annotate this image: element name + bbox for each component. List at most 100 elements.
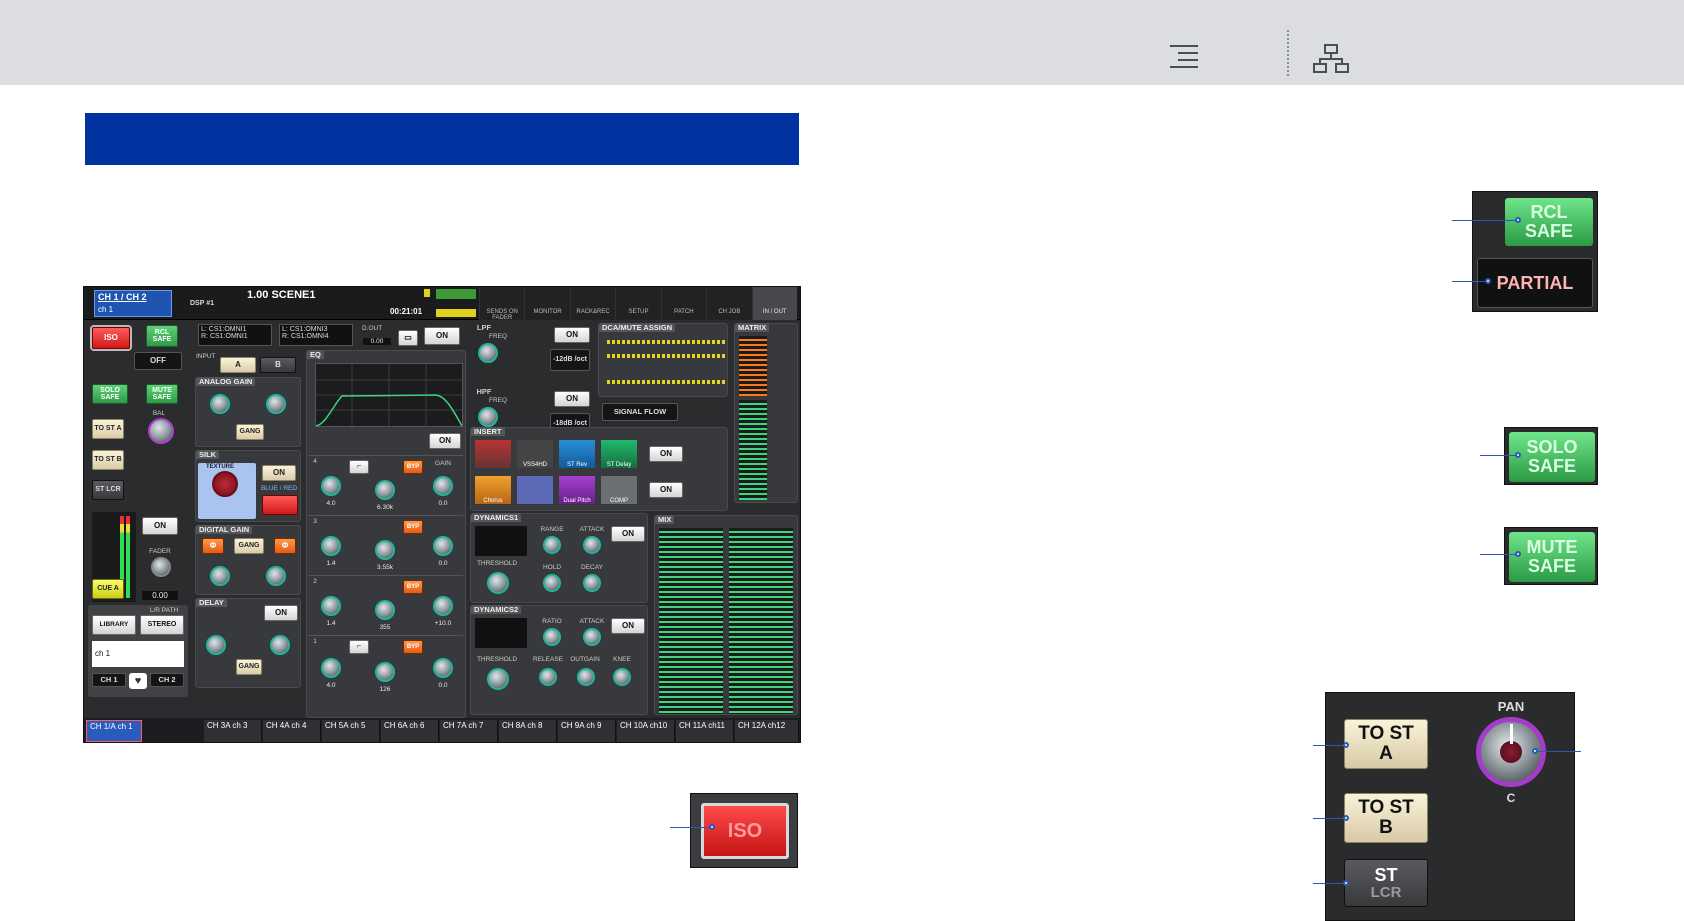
matrix-sends-2[interactable] [739,400,767,500]
phase-l-button[interactable]: Φ [202,538,224,554]
dca-mute-assign-panel[interactable]: DCA/MUTE ASSIGN [598,323,728,397]
iso-zoom-button[interactable]: ISO [701,803,789,859]
insert1-on-button[interactable]: ON [649,446,683,462]
delay-on-button[interactable]: ON [264,605,298,621]
dyn1-attack-knob[interactable] [583,536,601,554]
strip-ch1[interactable]: CH 1/A ch 1 [86,720,142,742]
insert-slot-4[interactable]: ST Delay [601,440,637,468]
lpf-freq-knob[interactable] [478,343,498,363]
strip-ch4[interactable]: CH 4A ch 4 [263,720,321,742]
ch2-button[interactable]: CH 2 [150,673,184,687]
nav-sends-on-fader[interactable]: SENDS ON FADER [479,287,525,321]
to-st-a-zoom-button[interactable]: TO ST A [1344,719,1428,769]
lpf-on-button[interactable]: ON [554,327,590,343]
input-patch-1[interactable]: L: CS1:OMNI1 R: CS1:OMNI1 [198,324,272,346]
dyn2-on-button[interactable]: ON [611,618,645,634]
delay-l-knob[interactable] [206,635,226,655]
solo-safe-zoom-button[interactable]: SOLO SAFE [1509,432,1595,482]
dout-patch-button[interactable]: ▭ [398,330,418,346]
band1-gain-knob[interactable] [433,658,453,678]
insert-slot-3[interactable]: ST Rev [559,440,595,468]
stereo-button[interactable]: STEREO [140,615,184,635]
phase-r-button[interactable]: Φ [274,538,296,554]
rcl-safe-button[interactable]: RCL SAFE [146,325,178,347]
insert-slot-6[interactable] [517,476,553,504]
band2-freq-knob[interactable] [375,600,395,620]
channel-select[interactable]: CH 1 / CH 2 ch 1 [94,290,172,317]
mute-safe-zoom-button[interactable]: MUTE SAFE [1509,532,1595,582]
dyn2-threshold-knob[interactable] [487,668,509,690]
dyn2-knee-knob[interactable] [613,668,631,686]
nav-monitor[interactable]: MONITOR [524,287,570,320]
dyn1-decay-knob[interactable] [583,574,601,592]
eq-graph[interactable] [315,363,463,427]
dyn1-on-button[interactable]: ON [611,526,645,542]
insert-slot-2[interactable]: VSS4HD [517,440,553,468]
dyn1-hold-knob[interactable] [543,574,561,592]
strip-ch12[interactable]: CH 12A ch12 [735,720,799,742]
analog-gain-r-knob[interactable] [266,394,286,414]
band2-bypass-button[interactable]: BYP [403,580,423,594]
silk-on-button[interactable]: ON [262,465,296,481]
channel-name-field[interactable]: ch 1 [92,641,184,667]
strip-ch6[interactable]: CH 6A ch 6 [381,720,439,742]
band1-shelf-button[interactable]: ⌐ [349,640,369,654]
lpf-slope-select[interactable]: -12dB /oct [550,349,590,371]
hpf-freq-knob[interactable] [478,407,498,427]
dyn2-release-knob[interactable] [539,668,557,686]
band4-freq-knob[interactable] [375,480,395,500]
input-a-button[interactable]: A [220,357,256,373]
matrix-sends-1[interactable] [739,336,767,396]
library-button[interactable]: LIBRARY [92,615,136,635]
digital-gain-l-knob[interactable] [210,566,230,586]
strip-ch9[interactable]: CH 9A ch 9 [558,720,616,742]
dyn2-attack-knob[interactable] [583,628,601,646]
band4-gain-knob[interactable] [433,476,453,496]
iso-button[interactable]: ISO [92,327,130,349]
eq-on-button[interactable]: ON [429,433,461,449]
partial-off-button[interactable]: OFF [134,352,182,370]
band1-freq-knob[interactable] [375,662,395,682]
sitemap-icon[interactable] [1313,44,1349,74]
link-heart-icon[interactable]: ♥ [129,673,147,689]
signal-flow-button[interactable]: SIGNAL FLOW [602,403,678,421]
nav-in-out[interactable]: IN / OUT [751,287,797,320]
strip-ch5[interactable]: CH 5A ch 5 [322,720,380,742]
blue-red-button[interactable] [262,495,298,515]
mix-sends-left[interactable] [659,528,723,714]
solo-safe-button[interactable]: SOLO SAFE [92,384,128,404]
band2-q-knob[interactable] [321,596,341,616]
st-lcr-button[interactable]: ST LCR [92,480,124,500]
nav-rack-rec[interactable]: RACK&REC [569,287,616,320]
band3-gain-knob[interactable] [433,536,453,556]
to-st-b-zoom-button[interactable]: TO ST B [1344,793,1428,843]
nav-setup[interactable]: SETUP [615,287,661,320]
st-lcr-zoom-button[interactable]: ST LCR [1344,859,1428,907]
dyn1-threshold-knob[interactable] [487,572,509,594]
band1-bypass-button[interactable]: BYP [403,640,423,654]
strip-ch11[interactable]: CH 11A ch11 [676,720,734,742]
band4-shelf-button[interactable]: ⌐ [349,460,369,474]
band4-q-knob[interactable] [321,476,341,496]
input-patch-2[interactable]: L: CS1:OMNI3 R: CS1:OMNI4 [279,324,353,346]
menu-lines-icon[interactable] [1168,43,1200,71]
strip-ch7[interactable]: CH 7A ch 7 [440,720,498,742]
analog-gain-l-knob[interactable] [210,394,230,414]
insert-slot-1[interactable] [475,440,511,468]
dout-on-button[interactable]: ON [424,327,460,345]
partial-zoom-button[interactable]: PARTIAL [1477,258,1593,308]
band1-q-knob[interactable] [321,658,341,678]
insert-slot-5[interactable]: Chorus [475,476,511,504]
insert-slot-8[interactable]: COMP [601,476,637,504]
dyn2-outgain-knob[interactable] [577,668,595,686]
dyn1-range-knob[interactable] [543,536,561,554]
to-st-b-button[interactable]: TO ST B [92,450,124,470]
band3-freq-knob[interactable] [375,540,395,560]
nav-ch-job[interactable]: CH JOB [706,287,752,320]
bal-knob[interactable] [148,418,174,444]
hpf-on-button[interactable]: ON [554,391,590,407]
texture-knob[interactable] [212,471,238,497]
ch1-button[interactable]: CH 1 [92,673,126,687]
dyn2-ratio-knob[interactable] [543,628,561,646]
band2-gain-knob[interactable] [433,596,453,616]
